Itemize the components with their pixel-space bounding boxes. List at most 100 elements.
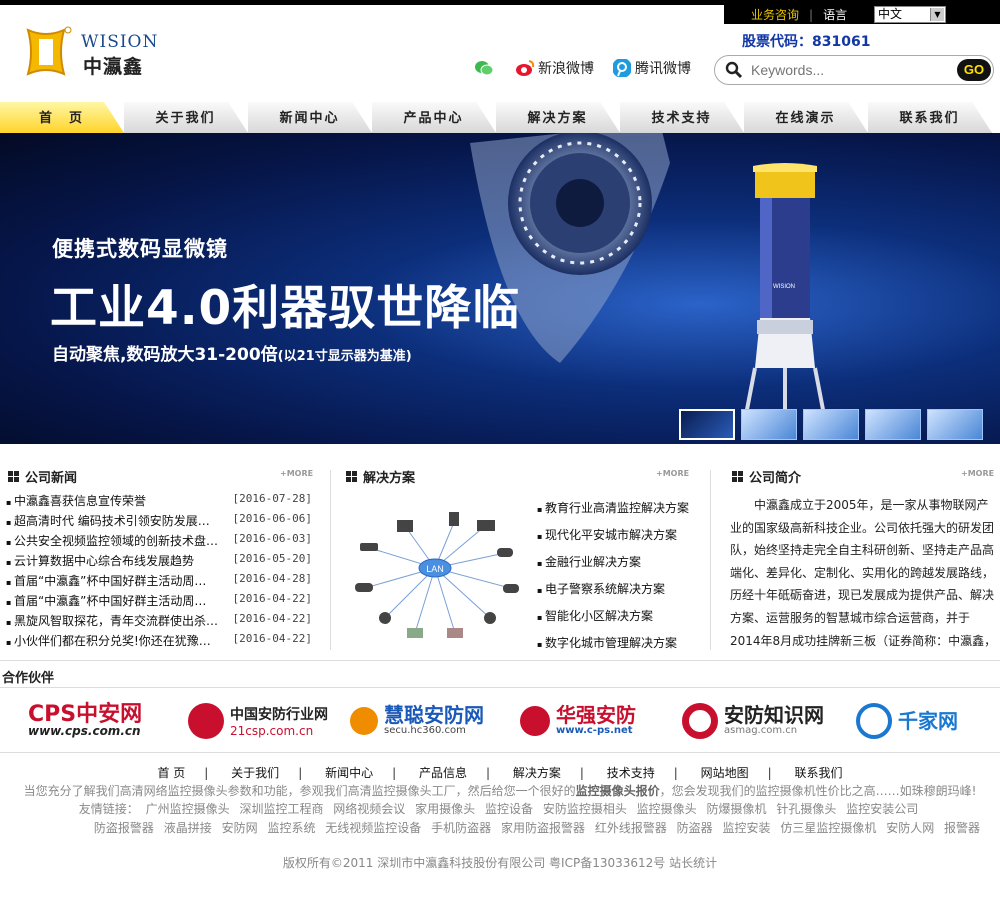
news-section-title: 公司新闻 (8, 466, 77, 486)
friend-link[interactable]: 防爆摄像机 (707, 802, 767, 816)
site-logo[interactable]: WISION 中瀛鑫 (20, 26, 160, 78)
friend-link[interactable]: 防盗报警器 (94, 821, 154, 835)
partner-logo-21csp[interactable]: 中国安防行业网 21csp.com.cn (188, 696, 328, 746)
friend-link[interactable]: 仿三星监控摄像机 (780, 821, 876, 835)
friend-link[interactable]: 监控安装公司 (846, 802, 918, 816)
network-diagram[interactable]: LAN (345, 508, 525, 648)
nav-home[interactable]: 首 页 (0, 102, 124, 133)
friend-link[interactable]: 报警器 (944, 821, 980, 835)
solution-item[interactable]: 金融行业解决方案 (537, 551, 707, 578)
device-brand-text: WISION (773, 284, 795, 290)
news-item[interactable]: 超高清时代 编码技术引领安防发展… [2016-06-06] (6, 512, 312, 532)
news-item[interactable]: 公共安全视频监控领域的创新技术盘… [2016-06-03] (6, 532, 312, 552)
news-item[interactable]: 首届“中瀛鑫”杯中国好群主活动周… [2016-04-22] (6, 592, 312, 612)
banner-thumb-3[interactable] (803, 409, 859, 440)
nav-support[interactable]: 技术支持 (620, 102, 744, 133)
footer-link-news[interactable]: 新闻中心 (325, 766, 373, 780)
footer-link-sitemap[interactable]: 网站地图 (701, 766, 749, 780)
news-item-title[interactable]: 中瀛鑫喜获信息宣传荣誉 (6, 492, 218, 512)
news-item-title[interactable]: 首届“中瀛鑫”杯中国好群主活动周… (6, 592, 218, 612)
news-title-text: 公司新闻 (25, 470, 78, 486)
consult-link[interactable]: 业务咨询 (751, 6, 799, 23)
friend-link[interactable]: 手机防盗器 (431, 821, 491, 835)
news-item-title[interactable]: 云计算数据中心综合布线发展趋势 (6, 552, 218, 572)
friend-link[interactable]: 安防监控摄相头 (543, 802, 627, 816)
search-input[interactable] (751, 61, 951, 79)
friend-link[interactable]: 深圳监控工程商 (239, 802, 323, 816)
banner-thumb-5[interactable] (927, 409, 983, 440)
friend-link[interactable]: 家用防盗报警器 (501, 821, 585, 835)
news-item-title[interactable]: 超高清时代 编码技术引领安防发展… (6, 512, 218, 532)
footer-link-support[interactable]: 技术支持 (607, 766, 655, 780)
slogan-keyword[interactable]: 监控摄像头报价 (576, 784, 660, 798)
partner-logo-cps-net[interactable]: 华强安防 www.c-ps.net (520, 696, 636, 746)
nav-about[interactable]: 关于我们 (124, 102, 248, 133)
friend-link[interactable]: 广州监控摄像头 (146, 802, 230, 816)
news-item[interactable]: 中瀛鑫喜获信息宣传荣誉 [2016-07-28] (6, 492, 312, 512)
partners-strip: CPS中安网 www.cps.com.cn 中国安防行业网 21csp.com.… (0, 687, 1000, 753)
hero-banner[interactable]: WISION 便携式数码显微镜 工业4.0利器驭世降临 自动聚焦,数码放大31-… (0, 133, 1000, 444)
banner-thumb-4[interactable] (865, 409, 921, 440)
nav-demo[interactable]: 在线演示 (744, 102, 868, 133)
news-item[interactable]: 黑旋风智取探花，青年交流群使出杀… [2016-04-22] (6, 612, 312, 632)
partner-url: www.c-ps.net (556, 725, 633, 736)
footer-link-contact[interactable]: 联系我们 (795, 766, 843, 780)
news-item-date: [2016-04-22] (232, 592, 312, 605)
friend-link[interactable]: 液晶拼接 (164, 821, 212, 835)
news-item-title[interactable]: 黑旋风智取探花，青年交流群使出杀… (6, 612, 218, 632)
solution-item[interactable]: 电子警察系统解决方案 (537, 578, 707, 605)
news-item-title[interactable]: 公共安全视频监控领域的创新技术盘… (6, 532, 218, 552)
friend-link[interactable]: 安防人网 (886, 821, 934, 835)
wechat-link[interactable] (474, 58, 497, 78)
friend-link[interactable]: 家用摄像头 (415, 802, 475, 816)
weibo-icon (516, 60, 535, 76)
footer-link-solutions[interactable]: 解决方案 (513, 766, 561, 780)
friend-links-row-2: 防盗报警器 液晶拼接 安防网 监控系统 无线视频监控设备 手机防盗器 家用防盗报… (0, 819, 1000, 836)
solutions-more-link[interactable]: +MORE (656, 469, 689, 478)
partner-logo-asmag[interactable]: 安防知识网 asmag.com.cn (682, 696, 824, 746)
solution-item[interactable]: 现代化平安城市解决方案 (537, 524, 707, 551)
nav-contact[interactable]: 联系我们 (868, 102, 992, 133)
friend-link[interactable]: 防盗器 (677, 821, 713, 835)
banner-thumb-1[interactable] (679, 409, 735, 440)
footer-link-about[interactable]: 关于我们 (231, 766, 279, 780)
news-more-link[interactable]: +MORE (280, 469, 313, 478)
nav-news[interactable]: 新闻中心 (248, 102, 372, 133)
banner-tagline: 自动聚焦,数码放大31-200倍(以21寸显示器为基准) (52, 340, 412, 365)
grid-icon (346, 470, 357, 482)
search-go-button[interactable]: GO (957, 59, 991, 81)
language-value: 中文 (878, 7, 903, 21)
friend-link[interactable]: 监控安装 (723, 821, 771, 835)
news-item[interactable]: 云计算数据中心综合布线发展趋势 [2016-05-20] (6, 552, 312, 572)
tencent-weibo-link[interactable]: 腾讯微博 (612, 58, 691, 78)
news-item-date: [2016-05-20] (232, 552, 312, 565)
solutions-list: 教育行业高清监控解决方案 现代化平安城市解决方案 金融行业解决方案 电子警察系统… (537, 497, 707, 659)
banner-thumb-2[interactable] (741, 409, 797, 440)
news-item[interactable]: 小伙伴们都在积分兑奖!你还在犹豫… [2016-04-22] (6, 632, 312, 652)
main-nav: 首 页 关于我们 新闻中心 产品中心 解决方案 技术支持 在线演示 联系我们 (0, 102, 1000, 133)
friend-link[interactable]: 监控摄像头 (637, 802, 697, 816)
nav-solutions[interactable]: 解决方案 (496, 102, 620, 133)
friend-link[interactable]: 无线视频监控设备 (325, 821, 421, 835)
partner-logo-hc360[interactable]: 慧聪安防网 secu.hc360.com (350, 696, 484, 746)
friend-link[interactable]: 红外线报警器 (595, 821, 667, 835)
friend-link[interactable]: 网络视频会议 (333, 802, 405, 816)
footer-link-home[interactable]: 首 页 (157, 766, 185, 780)
solution-item[interactable]: 教育行业高清监控解决方案 (537, 497, 707, 524)
friend-link[interactable]: 安防网 (222, 821, 258, 835)
intro-more-link[interactable]: +MORE (961, 469, 994, 478)
partner-logo-cps[interactable]: CPS中安网 www.cps.com.cn (28, 696, 142, 746)
solution-item[interactable]: 智能化小区解决方案 (537, 605, 707, 632)
sina-weibo-link[interactable]: 新浪微博 (515, 58, 594, 78)
news-item[interactable]: 首届“中瀛鑫”杯中国好群主活动周… [2016-04-28] (6, 572, 312, 592)
language-select[interactable]: 中文 ▼ (874, 6, 946, 23)
news-item-title[interactable]: 小伙伴们都在积分兑奖!你还在犹豫… (6, 632, 218, 652)
friend-link[interactable]: 针孔摄像头 (776, 802, 836, 816)
partner-logo-qianjia[interactable]: 千家网 (856, 696, 958, 746)
footer-link-products[interactable]: 产品信息 (419, 766, 467, 780)
solution-item[interactable]: 数字化城市管理解决方案 (537, 632, 707, 659)
friend-link[interactable]: 监控设备 (485, 802, 533, 816)
news-item-title[interactable]: 首届“中瀛鑫”杯中国好群主活动周… (6, 572, 218, 592)
friend-link[interactable]: 监控系统 (267, 821, 315, 835)
nav-products[interactable]: 产品中心 (372, 102, 496, 133)
